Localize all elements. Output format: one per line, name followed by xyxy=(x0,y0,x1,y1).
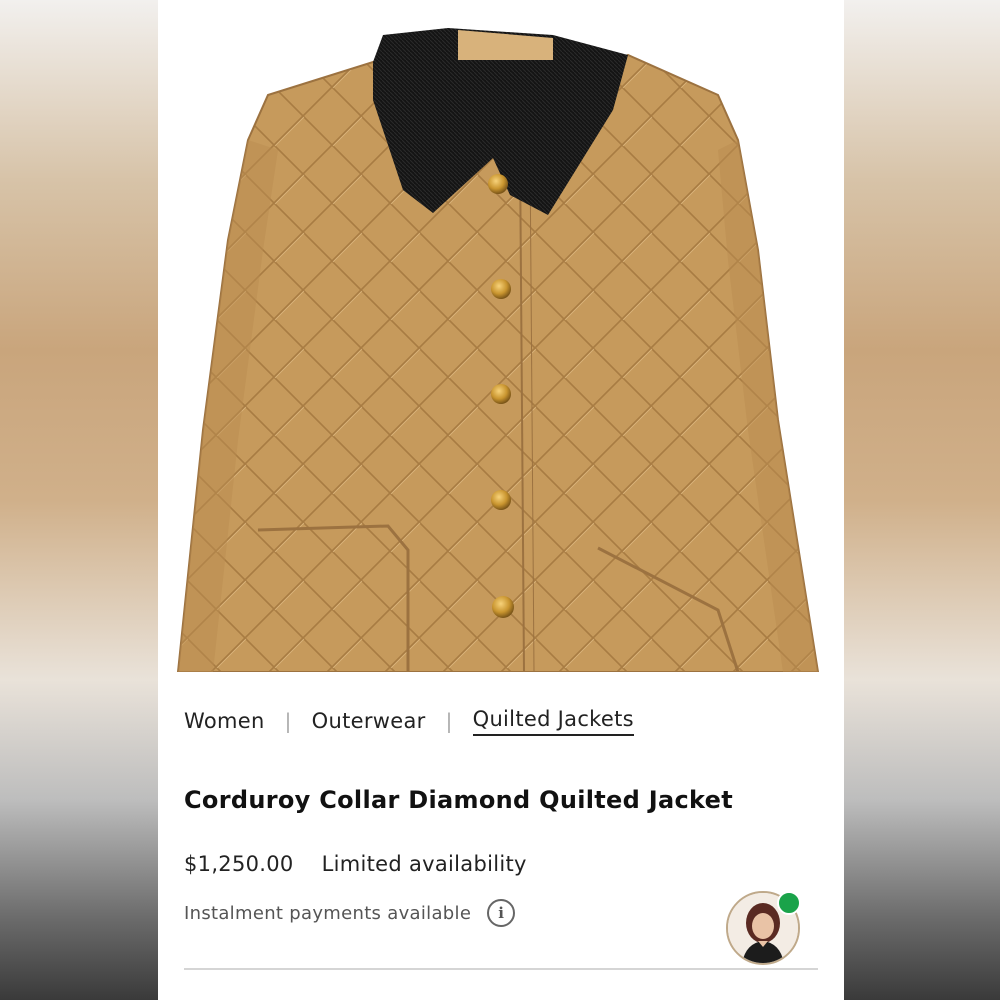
breadcrumb-separator: | xyxy=(284,709,292,733)
product-page: Women | Outerwear | Quilted Jackets Cord… xyxy=(158,0,844,1000)
breadcrumb-separator: | xyxy=(445,709,453,733)
product-image[interactable] xyxy=(158,0,844,672)
online-status-indicator xyxy=(777,891,801,915)
breadcrumb: Women | Outerwear | Quilted Jackets xyxy=(184,704,634,738)
instalment-info: Instalment payments available i xyxy=(184,899,516,927)
availability-status: Limited availability xyxy=(321,852,527,876)
blurred-background-left xyxy=(0,0,158,1000)
jacket-illustration xyxy=(176,28,820,672)
breadcrumb-women[interactable]: Women xyxy=(184,709,265,733)
product-title: Corduroy Collar Diamond Quilted Jacket xyxy=(184,786,733,814)
price-row: $1,250.00 Limited availability xyxy=(184,852,527,876)
breadcrumb-outerwear[interactable]: Outerwear xyxy=(312,709,426,733)
divider xyxy=(184,968,818,970)
instalment-text: Instalment payments available xyxy=(184,902,472,924)
product-price: $1,250.00 xyxy=(184,852,294,876)
breadcrumb-quilted-jackets[interactable]: Quilted Jackets xyxy=(472,707,634,736)
info-icon[interactable]: i xyxy=(487,899,516,927)
blurred-background-right xyxy=(844,0,1000,1000)
